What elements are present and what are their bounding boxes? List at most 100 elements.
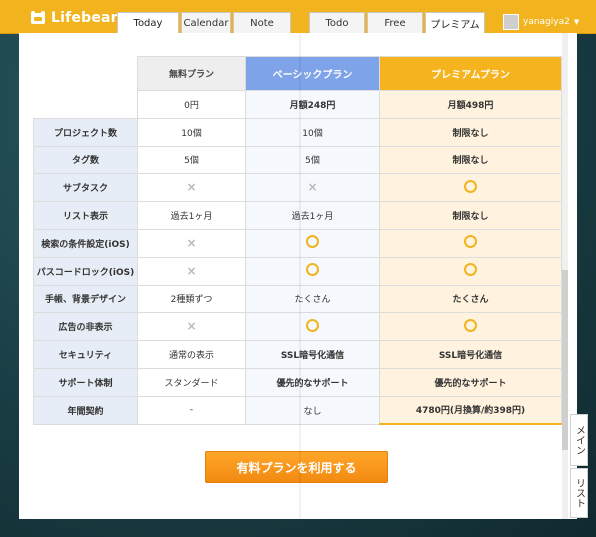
premium-value (379, 228, 562, 258)
premium-value: 4780円(月換算/約398円) (379, 395, 562, 426)
free-value: 10個 (137, 117, 246, 147)
plan-comparison-table: 無料プラン ベーシックプラン プレミアムプラン 0円 月額248円 月額498円… (33, 56, 562, 426)
premium-value: 優先的なサポート (379, 367, 562, 397)
premium-value (379, 173, 562, 203)
chevron-down-icon: ▼ (573, 18, 580, 26)
side-tab-list-label: リスト (573, 478, 585, 508)
page-fold-divider (299, 33, 301, 519)
feature-label: 手帳、背景デザイン (33, 284, 138, 314)
plan-free-header: 無料プラン (137, 56, 246, 91)
plan-basic-header: ベーシックプラン (245, 56, 380, 91)
feature-row: 年間契約 - なし 4780円(月換算/約398円) (33, 395, 562, 426)
free-value: 5個 (137, 145, 246, 175)
price-row: 0円 月額248円 月額498円 (34, 90, 562, 119)
use-paid-plan-button[interactable]: 有料プランを利用する (205, 451, 388, 483)
cross-icon: × (186, 319, 197, 334)
feature-label: リスト表示 (33, 201, 138, 230)
basic-value (245, 312, 380, 342)
circle-check-icon (464, 263, 477, 277)
free-value: × (137, 173, 246, 203)
scrollbar-thumb[interactable] (562, 270, 568, 450)
free-value: 過去1ヶ月 (137, 201, 246, 230)
tab-premium[interactable]: プレミアム (425, 12, 485, 33)
top-navigation-bar: Lifebear Today Calendar Note Todo Free プ… (0, 0, 596, 34)
avatar (503, 14, 519, 30)
side-tab-main-label: メイン (573, 425, 585, 455)
feature-row: セキュリティ 通常の表示 SSL暗号化通信 SSL暗号化通信 (33, 340, 562, 369)
basic-value: 5個 (245, 145, 380, 175)
circle-check-icon (464, 235, 477, 249)
basic-value: 優先的なサポート (245, 367, 380, 397)
basic-value: なし (245, 395, 380, 425)
basic-value: たくさん (245, 284, 380, 314)
basic-value: SSL暗号化通信 (245, 340, 380, 369)
side-tab-main[interactable]: メイン (570, 414, 588, 466)
premium-value: 制限なし (379, 117, 562, 147)
free-value: 通常の表示 (137, 340, 246, 369)
feature-row: 検索の条件設定(iOS) × (33, 228, 562, 258)
tab-today[interactable]: Today (117, 12, 179, 33)
user-menu[interactable]: yanagiya2 ▼ (503, 14, 579, 30)
cross-icon: × (307, 180, 318, 195)
feature-row: リスト表示 過去1ヶ月 過去1ヶ月 制限なし (33, 201, 562, 230)
side-tab-list[interactable]: リスト (570, 468, 588, 518)
price-premium: 月額498円 (379, 90, 562, 119)
feature-row: サブタスク × × (33, 173, 562, 203)
feature-row: 広告の非表示 × (33, 312, 562, 342)
free-value: - (137, 395, 246, 425)
tab-calendar[interactable]: Calendar (181, 12, 231, 33)
free-value: × (137, 256, 246, 286)
app-logo[interactable]: Lifebear (30, 9, 118, 27)
feature-row: 手帳、背景デザイン 2種類ずつ たくさん たくさん (33, 284, 562, 314)
price-basic: 月額248円 (245, 90, 380, 119)
circle-check-icon (464, 179, 477, 193)
feature-row: サポート体制 スタンダード 優先的なサポート 優先的なサポート (33, 367, 562, 397)
circle-check-icon (306, 235, 319, 249)
premium-value: たくさん (379, 284, 562, 314)
bear-logo-icon (31, 11, 45, 24)
price-free: 0円 (137, 90, 246, 119)
feature-label: プロジェクト数 (33, 117, 138, 147)
empty-price-label (34, 91, 138, 119)
cross-icon: × (186, 235, 197, 250)
cross-icon: × (186, 263, 197, 278)
plan-premium-header: プレミアムプラン (379, 56, 562, 91)
premium-value: 制限なし (379, 145, 562, 175)
premium-value: SSL暗号化通信 (379, 340, 562, 369)
basic-value (245, 228, 380, 258)
cross-icon: × (186, 180, 197, 195)
premium-plan-page: 無料プラン ベーシックプラン プレミアムプラン 0円 月額248円 月額498円… (19, 33, 577, 519)
feature-label: パスコードロック(iOS) (33, 256, 138, 286)
premium-value: 制限なし (379, 201, 562, 230)
feature-label: 検索の条件設定(iOS) (33, 228, 138, 258)
tab-note[interactable]: Note (233, 12, 291, 33)
app-window: Lifebear Today Calendar Note Todo Free プ… (0, 0, 596, 537)
feature-row: プロジェクト数 10個 10個 制限なし (33, 117, 562, 147)
circle-check-icon (306, 263, 319, 277)
tab-todo[interactable]: Todo (309, 12, 365, 33)
free-value: スタンダード (137, 367, 246, 397)
feature-row: タグ数 5個 5個 制限なし (33, 145, 562, 175)
feature-label: サポート体制 (33, 367, 138, 397)
circle-check-icon (464, 318, 477, 332)
premium-value (379, 312, 562, 342)
tab-free[interactable]: Free (367, 12, 423, 33)
feature-label: 年間契約 (33, 395, 138, 425)
feature-label: サブタスク (33, 173, 138, 203)
feature-label: 広告の非表示 (33, 312, 138, 342)
app-name: Lifebear (51, 10, 118, 26)
feature-label: タグ数 (33, 145, 138, 175)
free-value: × (137, 228, 246, 258)
premium-value (379, 256, 562, 286)
basic-value: × (245, 173, 380, 203)
free-value: 2種類ずつ (137, 284, 246, 314)
free-value: × (137, 312, 246, 342)
circle-check-icon (306, 318, 319, 332)
feature-row: パスコードロック(iOS) × (33, 256, 562, 286)
basic-value (245, 256, 380, 286)
user-name: yanagiya2 (523, 17, 570, 27)
feature-label: セキュリティ (33, 340, 138, 369)
empty-corner-cell (34, 57, 138, 91)
basic-value: 過去1ヶ月 (245, 201, 380, 230)
plan-header-row: 無料プラン ベーシックプラン プレミアムプラン (34, 56, 562, 91)
